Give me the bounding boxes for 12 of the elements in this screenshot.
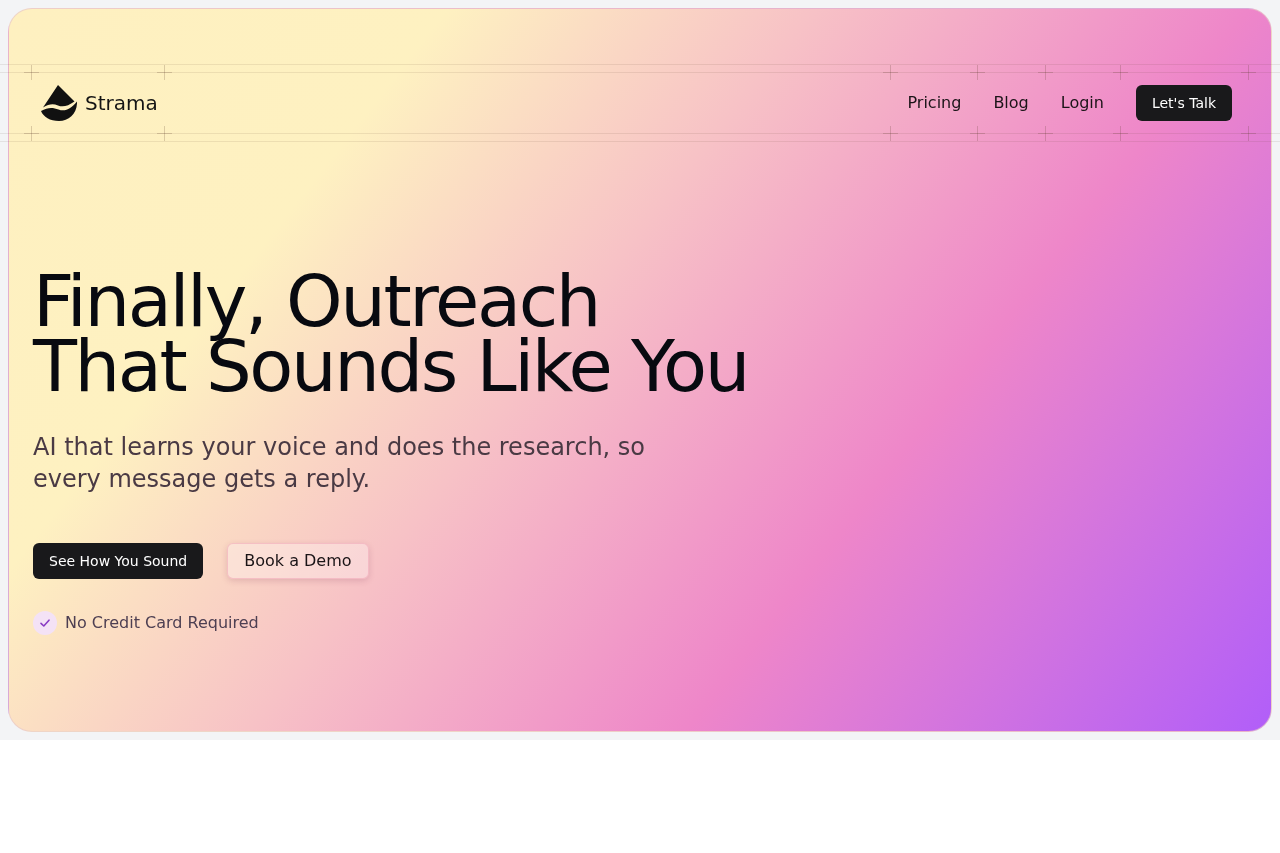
lets-talk-button[interactable]: Let's Talk — [1135, 85, 1232, 121]
nav-link[interactable]: Pricing — [907, 91, 962, 115]
hero-subtitle: AI that learns your voice and does the research, so every message gets a reply. — [33, 431, 647, 495]
nav-link[interactable]: Login — [1060, 91, 1104, 115]
check-icon — [33, 610, 57, 635]
nav-link[interactable]: Blog — [993, 91, 1029, 115]
logo-icon — [41, 85, 77, 121]
brand-name: Strama — [85, 90, 158, 117]
primary-cta-button[interactable]: See How You Sound — [33, 542, 204, 579]
no-credit-card-note: No Credit Card Required — [65, 611, 259, 634]
secondary-cta-button[interactable]: Book a Demo — [227, 542, 369, 579]
hero-headline: Finally, Outreach That Sounds Like You — [33, 269, 748, 399]
